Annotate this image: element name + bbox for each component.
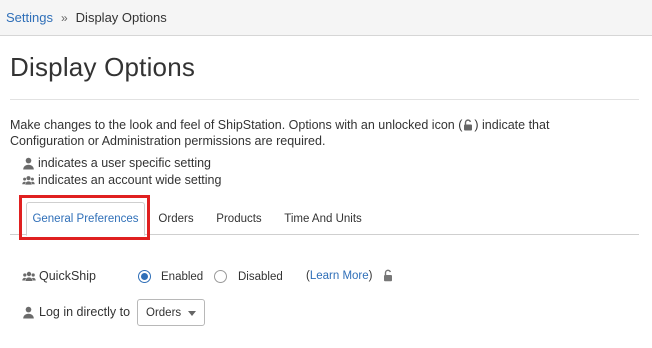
settings-tabs: General Preferences Orders Products Time… [10, 202, 639, 236]
legend-user-text: indicates a user specific setting [38, 156, 212, 170]
tab-products[interactable]: Products [211, 202, 267, 235]
quickship-enabled-label[interactable]: Enabled [161, 271, 203, 283]
login-label: Log in directly to [39, 305, 131, 319]
intro-text: Make changes to the look and feel of Shi… [10, 118, 640, 148]
login-row: Log in directly to [22, 305, 130, 319]
legend-account-text: indicates an account wide setting [38, 173, 222, 187]
tab-general-preferences[interactable]: General Preferences [26, 202, 145, 236]
tab-orders[interactable]: Orders [151, 202, 201, 235]
paren-close: ) [368, 270, 373, 282]
login-destination-select[interactable]: Orders [137, 299, 205, 326]
quickship-enabled-option[interactable]: Enabled [138, 270, 203, 283]
legend-account: indicates an account wide setting [22, 173, 221, 187]
breadcrumb: Settings » Display Options [0, 0, 652, 36]
quickship-disabled-radio[interactable] [214, 270, 227, 283]
quickship-disabled-label[interactable]: Disabled [238, 271, 283, 283]
breadcrumb-separator: » [60, 10, 68, 25]
unlocked-icon [462, 119, 474, 135]
legend-user: indicates a user specific setting [22, 156, 211, 170]
intro-text-line2: Configuration or Administration permissi… [10, 133, 326, 148]
login-destination-value: Orders [146, 306, 182, 319]
quickship-enabled-radio[interactable] [138, 270, 151, 283]
breadcrumb-current: Display Options [75, 10, 167, 25]
tab-time-and-units[interactable]: Time And Units [280, 202, 366, 235]
unlocked-icon [382, 269, 394, 285]
user-icon [22, 157, 35, 170]
users-icon [22, 270, 36, 283]
learn-more-link[interactable]: Learn More [310, 270, 369, 282]
quickship-row: QuickShip [22, 269, 96, 283]
quickship-lock [382, 269, 394, 285]
breadcrumb-settings-link[interactable]: Settings [6, 10, 53, 25]
learn-more-wrapper: (Learn More) [306, 270, 373, 282]
user-icon [22, 306, 36, 319]
quickship-disabled-option[interactable]: Disabled [214, 270, 283, 283]
title-divider [10, 99, 639, 100]
users-icon [22, 174, 35, 187]
intro-text-part1: Make changes to the look and feel of Shi… [10, 118, 463, 132]
quickship-label: QuickShip [39, 269, 96, 283]
intro-text-part2: ) indicate that [474, 118, 550, 132]
page-title: Display Options [10, 52, 196, 82]
chevron-down-icon [188, 311, 196, 316]
